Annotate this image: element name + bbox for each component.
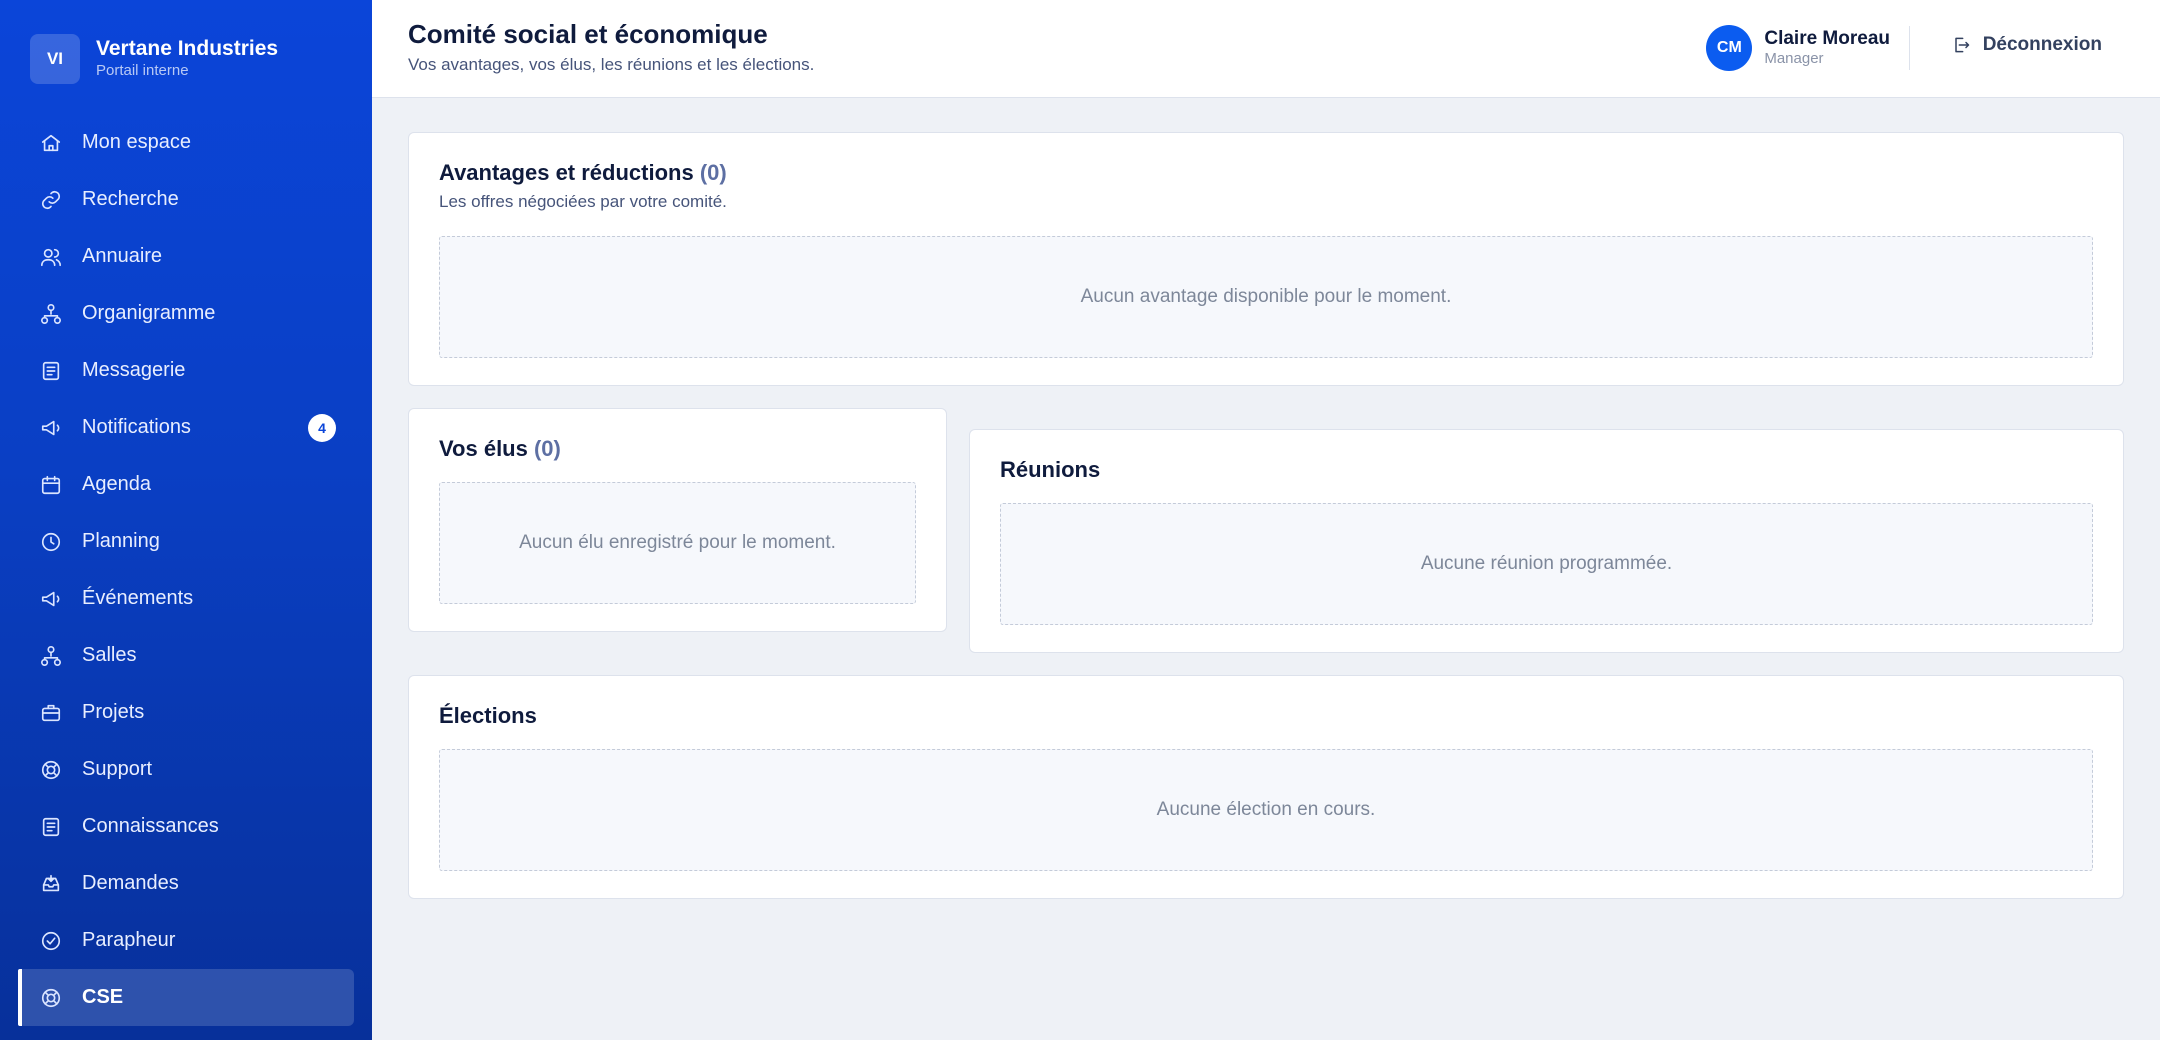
sidebar-item-label: Parapheur bbox=[82, 929, 176, 951]
avatar: CM bbox=[1706, 25, 1753, 71]
megaphone-icon bbox=[40, 417, 62, 439]
reunions-empty-state: Aucune réunion programmée. bbox=[1000, 503, 2093, 625]
clock-icon bbox=[40, 531, 62, 553]
sidebar-item-label: Connaissances bbox=[82, 815, 219, 837]
lifebuoy-icon bbox=[40, 987, 62, 1009]
sidebar: VI Vertane Industries Portail interne Mo… bbox=[0, 0, 372, 1040]
sidebar-item-recherche[interactable]: Recherche bbox=[18, 171, 354, 228]
sidebar-item-agenda[interactable]: Agenda bbox=[18, 456, 354, 513]
sidebar-item-label: Planning bbox=[82, 530, 160, 552]
user-name: Claire Moreau bbox=[1764, 28, 1890, 49]
notification-count-badge: 4 bbox=[308, 413, 336, 442]
link-icon bbox=[40, 189, 62, 211]
sidebar-item-label: Support bbox=[82, 758, 153, 780]
sidebar-item-notifications[interactable]: Notifications 4 bbox=[18, 399, 354, 456]
advantages-card: Avantages et réductions (0) Les offres n… bbox=[408, 132, 2124, 386]
logout-label: Déconnexion bbox=[1982, 34, 2102, 55]
home-icon bbox=[40, 132, 62, 154]
elus-card: Vos élus (0) Aucun élu enregistré pour l… bbox=[408, 408, 947, 632]
sidebar-item-planning[interactable]: Planning bbox=[18, 513, 354, 570]
top-header: Comité social et économique Vos avantage… bbox=[372, 0, 2160, 98]
inbox-icon bbox=[40, 873, 62, 895]
reunions-title: Réunions bbox=[1000, 457, 1101, 482]
sidebar-item-label: Demandes bbox=[82, 872, 179, 894]
sidebar-nav: Mon espace Recherche Annuaire Organigram… bbox=[18, 114, 354, 1026]
user-role: Manager bbox=[1764, 50, 1824, 67]
advantages-title-text: Avantages et réductions bbox=[439, 160, 694, 185]
sidebar-item-messagerie[interactable]: Messagerie bbox=[18, 342, 354, 399]
elections-card: Élections Aucune élection en cours. bbox=[408, 675, 2124, 899]
sidebar-item-label: Recherche bbox=[82, 188, 179, 210]
advantages-count: (0) bbox=[699, 160, 727, 185]
lifebuoy-icon bbox=[40, 759, 62, 781]
user-menu[interactable]: CM Claire Moreau Manager bbox=[1706, 25, 1890, 71]
sidebar-item-label: Salles bbox=[82, 644, 137, 666]
sidebar-item-label: Organigramme bbox=[82, 302, 216, 324]
users-icon bbox=[40, 246, 62, 268]
elus-title-text: Vos élus bbox=[439, 436, 528, 461]
sidebar-item-label: Messagerie bbox=[82, 359, 186, 381]
document-icon bbox=[40, 816, 62, 838]
sidebar-item-mon-espace[interactable]: Mon espace bbox=[18, 114, 354, 171]
sidebar-item-label: Agenda bbox=[82, 473, 151, 495]
sidebar-item-label: Mon espace bbox=[82, 131, 191, 153]
advantages-empty-state: Aucun avantage disponible pour le moment… bbox=[439, 236, 2093, 358]
header-divider bbox=[1909, 26, 1910, 70]
page-subtitle: Vos avantages, vos élus, les réunions et… bbox=[408, 55, 815, 74]
elus-title: Vos élus (0) bbox=[439, 436, 561, 462]
sidebar-item-parapheur[interactable]: Parapheur bbox=[18, 912, 354, 969]
sidebar-item-label: Annuaire bbox=[82, 245, 163, 267]
sidebar-item-label: Projets bbox=[82, 701, 145, 723]
sidebar-item-connaissances[interactable]: Connaissances bbox=[18, 798, 354, 855]
sidebar-item-projets[interactable]: Projets bbox=[18, 684, 354, 741]
document-icon bbox=[40, 360, 62, 382]
brand-subtitle: Portail interne bbox=[96, 62, 189, 79]
elus-count: (0) bbox=[533, 436, 561, 461]
sidebar-item-organigramme[interactable]: Organigramme bbox=[18, 285, 354, 342]
brand-logo: VI bbox=[30, 34, 80, 84]
brand-name: Vertane Industries bbox=[96, 37, 279, 60]
org-chart-icon bbox=[40, 645, 62, 667]
briefcase-icon bbox=[40, 702, 62, 724]
brand[interactable]: VI Vertane Industries Portail interne bbox=[30, 34, 278, 84]
logout-button[interactable]: Déconnexion bbox=[1951, 34, 2102, 56]
sidebar-item-label: CSE bbox=[82, 986, 124, 1008]
sidebar-item-label: Événements bbox=[82, 587, 194, 609]
advantages-subtitle: Les offres négociées par votre comité. bbox=[439, 192, 727, 211]
sidebar-item-salles[interactable]: Salles bbox=[18, 627, 354, 684]
advantages-title: Avantages et réductions (0) bbox=[439, 160, 727, 186]
elections-title: Élections bbox=[439, 703, 537, 728]
calendar-icon bbox=[40, 474, 62, 496]
elus-empty-state: Aucun élu enregistré pour le moment. bbox=[439, 482, 916, 604]
page-title: Comité social et économique bbox=[408, 19, 768, 49]
check-circle-icon bbox=[40, 930, 62, 952]
reunions-card: Réunions Aucune réunion programmée. bbox=[969, 429, 2124, 653]
sidebar-item-annuaire[interactable]: Annuaire bbox=[18, 228, 354, 285]
logout-icon bbox=[1954, 37, 1969, 53]
sidebar-item-support[interactable]: Support bbox=[18, 741, 354, 798]
megaphone-icon bbox=[40, 588, 62, 610]
sidebar-item-demandes[interactable]: Demandes bbox=[18, 855, 354, 912]
elections-empty-state: Aucune élection en cours. bbox=[439, 749, 2093, 871]
org-chart-icon bbox=[40, 303, 62, 325]
sidebar-item-label: Notifications bbox=[82, 416, 191, 438]
sidebar-item-evenements[interactable]: Événements bbox=[18, 570, 354, 627]
sidebar-item-cse[interactable]: CSE bbox=[18, 969, 354, 1026]
